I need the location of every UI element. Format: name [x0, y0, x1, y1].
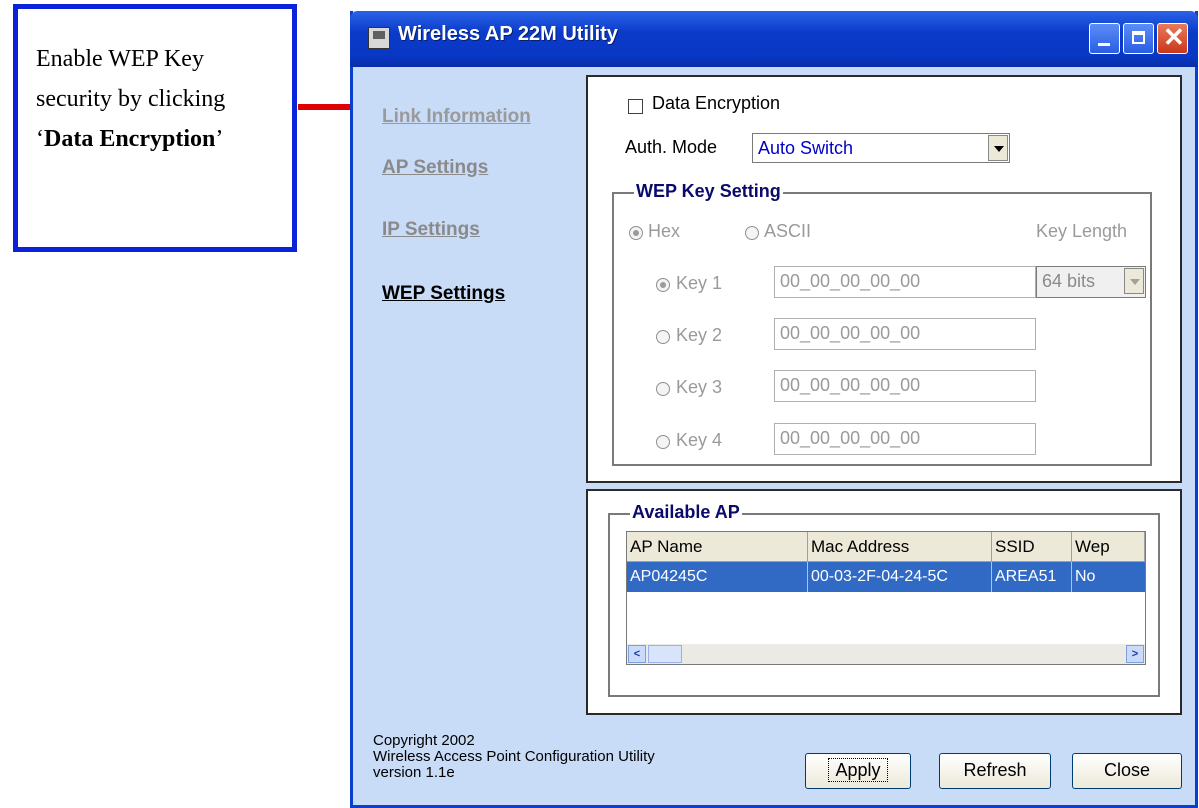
key1-radio[interactable]	[656, 278, 670, 292]
scroll-thumb[interactable]	[648, 645, 682, 663]
close-window-button[interactable]: ✕	[1157, 22, 1188, 54]
ap-list-header: AP Name Mac Address SSID Wep	[627, 532, 1145, 562]
chevron-down-icon[interactable]	[988, 135, 1008, 161]
key1-label: Key 1	[676, 273, 723, 293]
key1-input[interactable]: 00_00_00_00_00	[774, 266, 1036, 298]
key3-radio[interactable]	[656, 382, 670, 396]
key3-label: Key 3	[676, 377, 723, 397]
table-row[interactable]: AP04245C 00-03-2F-04-24-5C AREA51 No	[627, 562, 1145, 592]
available-ap-panel: Available AP AP Name Mac Address SSID We…	[586, 489, 1182, 715]
apply-button[interactable]: Apply	[805, 753, 911, 789]
nav-ip-settings[interactable]: IP Settings	[382, 219, 480, 241]
callout-line-1: Enable WEP Key	[36, 46, 204, 72]
key2-label: Key 2	[676, 325, 723, 345]
scroll-right-icon[interactable]: >	[1126, 645, 1144, 663]
window-title: Wireless AP 22M Utility	[398, 23, 618, 45]
wep-key-setting-group: WEP Key Setting Hex ASCII Key Length Key…	[612, 181, 1152, 466]
maximize-button[interactable]	[1123, 23, 1154, 54]
app-icon	[368, 27, 390, 49]
column-header-mac-address[interactable]: Mac Address	[808, 532, 992, 562]
column-header-ssid[interactable]: SSID	[992, 532, 1072, 562]
close-button[interactable]: Close	[1072, 753, 1182, 789]
callout-bold-text: Data Encryption	[44, 126, 216, 152]
column-header-ap-name[interactable]: AP Name	[627, 532, 808, 562]
hex-radio[interactable]	[629, 226, 643, 240]
apply-label: Apply	[828, 758, 888, 782]
data-encryption-checkbox[interactable]	[628, 99, 643, 114]
auth-mode-value: Auto Switch	[758, 138, 854, 158]
key3-input[interactable]: 00_00_00_00_00	[774, 370, 1036, 402]
scroll-left-icon[interactable]: <	[628, 645, 646, 663]
key4-input[interactable]: 00_00_00_00_00	[774, 423, 1036, 455]
data-encryption-label[interactable]: Data Encryption	[652, 93, 780, 114]
auth-mode-label: Auth. Mode	[625, 137, 718, 157]
ascii-radio[interactable]	[745, 226, 759, 240]
callout-line-3: ‘Data Encryption’	[36, 119, 274, 159]
cell-ap-name: AP04245C	[627, 562, 808, 592]
wep-key-setting-title: WEP Key Setting	[634, 181, 783, 202]
key2-input[interactable]: 00_00_00_00_00	[774, 318, 1036, 350]
copyright-block: Copyright 2002 Wireless Access Point Con…	[373, 733, 655, 781]
key2-radio[interactable]	[656, 330, 670, 344]
nav-link-information[interactable]: Link Information	[382, 106, 531, 128]
available-ap-title: Available AP	[630, 502, 742, 523]
key4-radio[interactable]	[656, 435, 670, 449]
hex-label: Hex	[648, 221, 681, 241]
product-text: Wireless Access Point Configuration Util…	[373, 748, 655, 765]
key-length-label: Key Length	[1036, 221, 1128, 241]
close-icon: ✕	[1163, 22, 1185, 52]
chevron-down-icon[interactable]	[1124, 268, 1144, 294]
nav-ap-settings[interactable]: AP Settings	[382, 157, 488, 179]
column-header-wep[interactable]: Wep	[1072, 532, 1145, 562]
callout-quote-open: ‘	[36, 126, 44, 152]
callout-line-2: security by clicking	[36, 86, 226, 112]
key-length-select[interactable]: 64 bits	[1036, 266, 1146, 298]
auth-mode-select[interactable]: Auto Switch	[752, 133, 1010, 163]
wep-settings-panel: Data Encryption Auth. Mode Auto Switch W…	[586, 75, 1182, 483]
app-window: Wireless AP 22M Utility ✕ Link Informati…	[350, 11, 1198, 808]
ascii-label: ASCII	[764, 221, 812, 241]
cell-ssid: AREA51	[992, 562, 1072, 592]
cell-wep: No	[1075, 568, 1096, 585]
nav-wep-settings[interactable]: WEP Settings	[382, 283, 505, 305]
callout-quote-close: ’	[215, 126, 224, 152]
minimize-button[interactable]	[1089, 23, 1120, 54]
key-length-value: 64 bits	[1042, 271, 1096, 291]
copyright-text: Copyright 2002	[373, 732, 475, 749]
ap-list[interactable]: AP Name Mac Address SSID Wep AP04245C 00…	[626, 531, 1146, 665]
horizontal-scrollbar[interactable]: < >	[627, 644, 1145, 664]
annotation-callout: Enable WEP Key security by clicking ‘Dat…	[13, 4, 297, 252]
refresh-button[interactable]: Refresh	[939, 753, 1051, 789]
version-text: version 1.1e	[373, 764, 455, 781]
title-bar[interactable]: Wireless AP 22M Utility ✕	[350, 11, 1198, 67]
key4-label: Key 4	[676, 430, 723, 450]
cell-mac-address: 00-03-2F-04-24-5C	[808, 562, 992, 592]
